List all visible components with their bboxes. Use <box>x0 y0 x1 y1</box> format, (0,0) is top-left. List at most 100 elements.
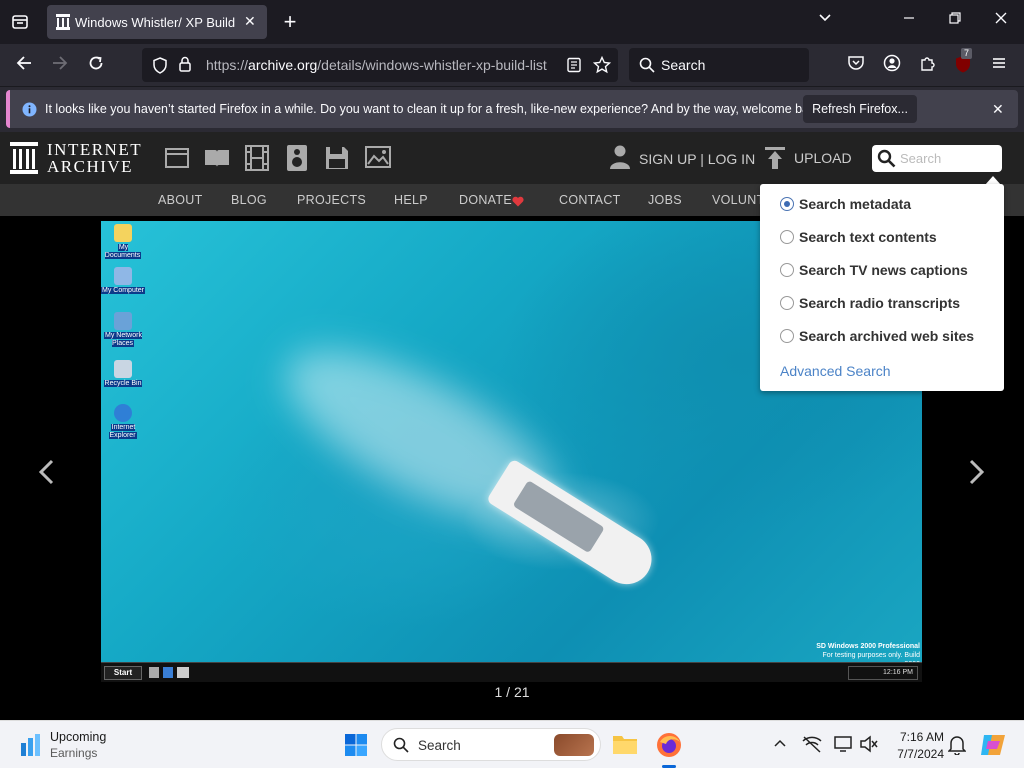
windows-search-box[interactable]: Search <box>381 728 601 761</box>
list-tabs-chevron-icon[interactable] <box>814 10 836 32</box>
tab-title: Windows Whistler/ XP Build List <box>75 14 235 30</box>
nav-contact[interactable]: CONTACT <box>559 193 621 207</box>
notification-box: It looks like you haven’t started Firefo… <box>6 90 1018 128</box>
tracking-shield-icon[interactable] <box>152 57 168 77</box>
notification-text: It looks like you haven’t started Firefo… <box>45 102 826 116</box>
radio-selected[interactable] <box>780 197 794 211</box>
minimize-icon[interactable] <box>898 10 920 32</box>
web-icon[interactable] <box>165 148 189 173</box>
display-icon[interactable] <box>834 735 854 758</box>
search-option-metadata[interactable]: Search metadata <box>780 195 911 213</box>
computer-icon <box>114 267 132 285</box>
bookmark-star-icon[interactable] <box>592 55 612 77</box>
windows-search-icon <box>393 737 409 758</box>
upload-icon[interactable] <box>765 147 785 174</box>
copilot-icon[interactable] <box>980 733 1006 762</box>
desktop-icon-my-computer: My Computer <box>101 267 146 295</box>
volume-muted-icon[interactable] <box>860 735 878 758</box>
upload-link[interactable]: UPLOAD <box>794 150 852 166</box>
notification-close-icon[interactable]: ✕ <box>992 101 1004 118</box>
search-option-radio-transcripts[interactable]: Search radio transcripts <box>780 294 960 312</box>
software-floppy-icon[interactable] <box>325 146 349 175</box>
windows-taskbar: Upcoming Earnings Search 7:16 AM 7/7/202… <box>0 720 1024 768</box>
reader-view-icon[interactable] <box>566 57 582 76</box>
tab-active[interactable]: Windows Whistler/ XP Build List ✕ <box>47 5 267 39</box>
boat <box>486 458 661 594</box>
user-icon[interactable] <box>610 145 630 174</box>
radio-unselected[interactable] <box>780 296 794 310</box>
folder-icon <box>114 224 132 242</box>
navigation-toolbar: https://archive.org/details/windows-whis… <box>0 44 1024 86</box>
back-arrow-icon[interactable] <box>13 54 35 76</box>
notification-bell-icon[interactable] <box>947 735 967 760</box>
search-option-web-sites[interactable]: Search archived web sites <box>780 327 974 345</box>
taskbar-date[interactable]: 7/7/2024 <box>886 747 944 761</box>
url-text: https://archive.org/details/windows-whis… <box>206 57 547 73</box>
network-offline-icon[interactable] <box>802 735 822 758</box>
ia-header: INTERNET ARCHIVE SIGN UP | LOG IN UPLOAD <box>0 132 1024 184</box>
widget-subtitle[interactable]: Earnings <box>50 746 97 760</box>
search-option-text[interactable]: Search text contents <box>780 228 937 246</box>
lock-icon[interactable] <box>178 56 192 76</box>
screenshot-start-button: Start <box>104 666 142 680</box>
info-icon <box>22 102 37 122</box>
menu-hamburger-icon[interactable] <box>988 54 1010 76</box>
restore-icon[interactable] <box>944 10 966 32</box>
address-bar[interactable]: https://archive.org/details/windows-whis… <box>142 48 618 82</box>
nav-help[interactable]: HELP <box>394 193 428 207</box>
radio-unselected[interactable] <box>780 230 794 244</box>
search-highlight-icon <box>554 734 594 756</box>
ia-search-input[interactable] <box>900 150 996 167</box>
widget-title[interactable]: Upcoming <box>50 730 106 744</box>
nav-projects[interactable]: PROJECTS <box>297 193 366 207</box>
radio-unselected[interactable] <box>780 263 794 277</box>
pocket-icon[interactable] <box>845 54 867 76</box>
audio-speaker-icon[interactable] <box>287 145 307 176</box>
windows-search-label: Search <box>418 738 461 753</box>
nav-volunteer[interactable]: VOLUNT <box>712 193 765 207</box>
nav-donate[interactable]: DONATE <box>459 193 512 207</box>
ia-search-icon[interactable] <box>877 149 896 173</box>
nav-jobs[interactable]: JOBS <box>648 193 682 207</box>
browser-search-placeholder: Search <box>661 57 706 73</box>
nav-blog[interactable]: BLOG <box>231 193 267 207</box>
tab-bar: Windows Whistler/ XP Build List ✕ + <box>0 0 1024 44</box>
ia-logo-line2: ARCHIVE <box>47 157 134 176</box>
new-tab-icon[interactable]: + <box>279 11 301 34</box>
video-film-icon[interactable] <box>245 145 269 176</box>
desktop-icon-network-places: My Network Places <box>101 312 145 348</box>
desktop-icon-internet-explorer: Internet Explorer <box>101 404 145 440</box>
ublock-extension-icon[interactable]: 7 <box>952 48 974 76</box>
page-counter: 1 / 21 <box>494 684 530 700</box>
images-icon[interactable] <box>365 146 391 173</box>
tab-close-icon[interactable]: ✕ <box>244 13 256 30</box>
refresh-firefox-button[interactable]: Refresh Firefox... <box>803 95 917 123</box>
nav-about[interactable]: ABOUT <box>158 193 203 207</box>
extensions-puzzle-icon[interactable] <box>917 54 939 76</box>
windows-start-icon[interactable] <box>344 733 368 762</box>
prev-arrow-icon[interactable] <box>37 458 55 492</box>
account-icon[interactable] <box>881 54 903 76</box>
ia-logo-wordmark[interactable]: INTERNET ARCHIVE <box>47 141 142 175</box>
texts-book-icon[interactable] <box>204 148 230 173</box>
forward-arrow-icon[interactable] <box>49 54 71 76</box>
next-arrow-icon[interactable] <box>968 458 986 492</box>
internet-explorer-icon <box>114 404 132 422</box>
firefox-app-icon[interactable] <box>656 732 682 763</box>
search-option-tv-captions[interactable]: Search TV news captions <box>780 261 968 279</box>
signup-login-link[interactable]: SIGN UP | LOG IN <box>639 151 755 167</box>
tray-overflow-chevron-icon[interactable] <box>773 737 787 756</box>
close-window-icon[interactable] <box>990 10 1012 32</box>
file-explorer-icon[interactable] <box>612 733 638 760</box>
stock-chart-icon[interactable] <box>20 733 42 762</box>
ia-logo-icon[interactable] <box>10 142 38 179</box>
advanced-search-link[interactable]: Advanced Search <box>780 363 891 379</box>
firefox-view-icon[interactable] <box>9 12 31 34</box>
reload-icon[interactable] <box>85 54 107 76</box>
screenshot-clock: 12:16 PM <box>848 666 918 680</box>
ia-search-box[interactable] <box>872 145 1002 172</box>
quicklaunch-icons <box>149 667 189 678</box>
browser-search-bar[interactable]: Search <box>629 48 809 82</box>
taskbar-time[interactable]: 7:16 AM <box>886 730 944 744</box>
radio-unselected[interactable] <box>780 329 794 343</box>
